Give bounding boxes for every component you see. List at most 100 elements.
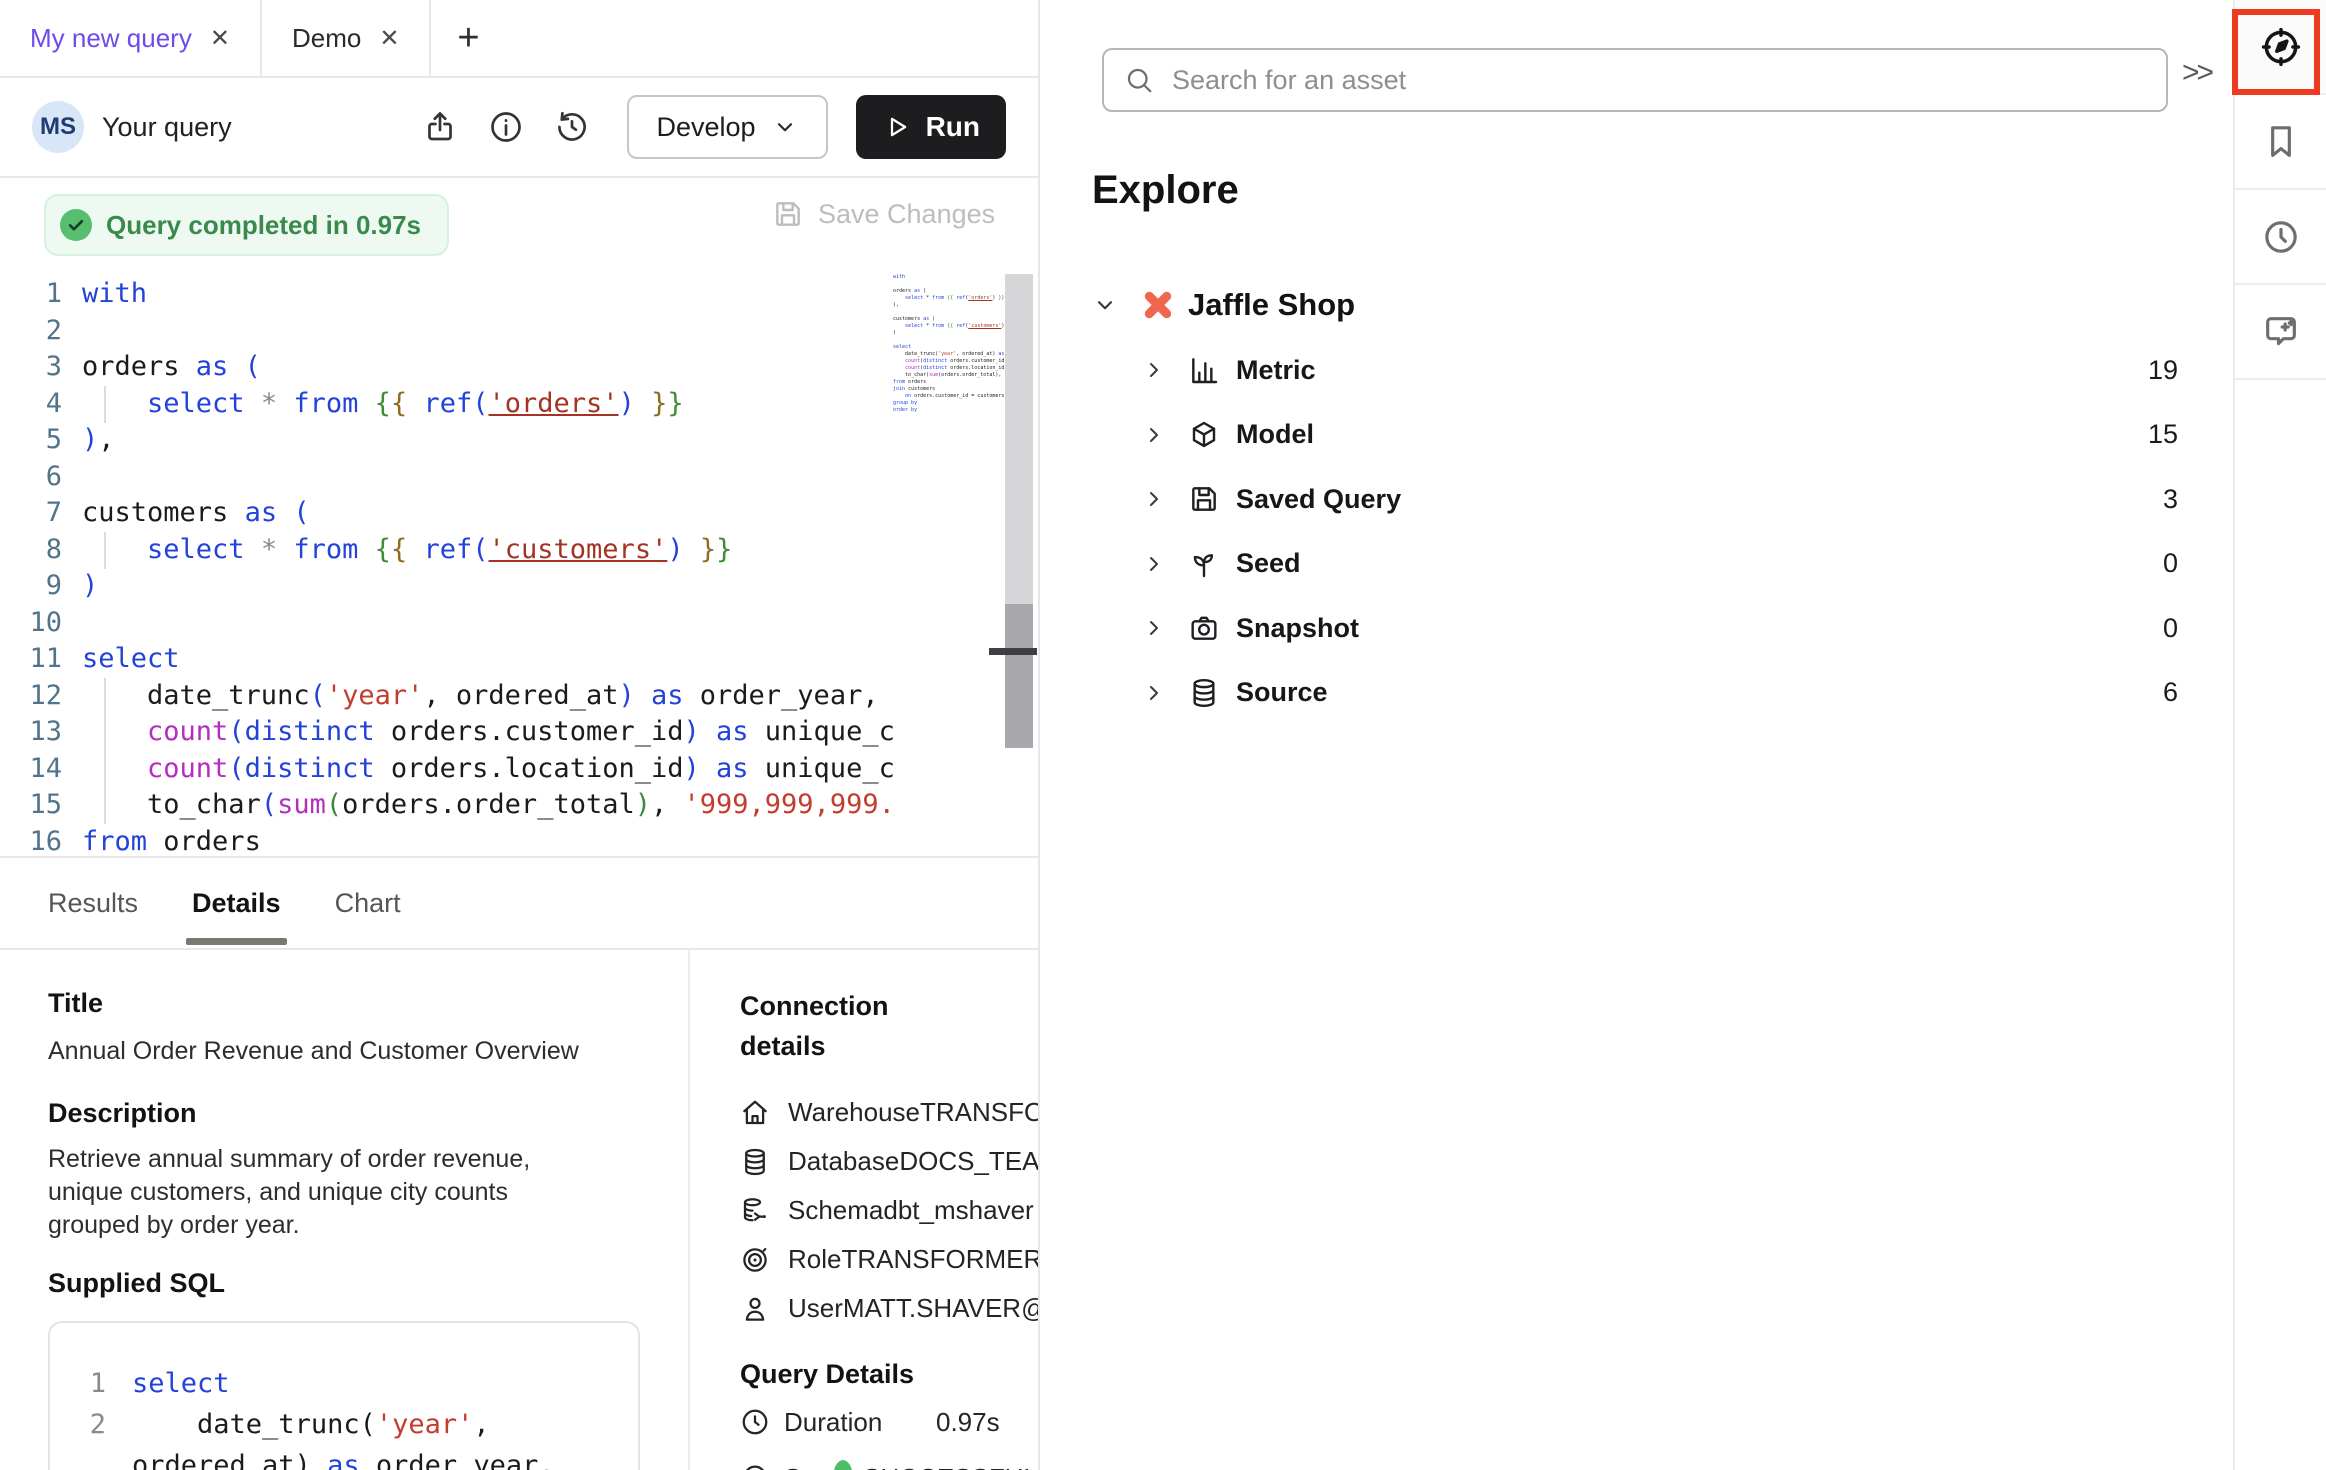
project-name: Jaffle Shop — [1188, 287, 1355, 323]
save-changes-button[interactable]: Save Changes — [772, 198, 995, 230]
schema-icon — [740, 1195, 772, 1227]
develop-dropdown[interactable]: Develop — [627, 95, 828, 159]
close-icon[interactable]: ✕ — [379, 24, 399, 53]
ai-chat-rail-button[interactable] — [2235, 285, 2326, 380]
indent-guide — [104, 532, 106, 569]
chevron-right-icon[interactable] — [1142, 681, 1166, 705]
status-label: Status — [784, 1463, 867, 1470]
info-icon[interactable] — [486, 107, 526, 147]
side-rail — [2233, 0, 2326, 1470]
supplied-sql-heading: Supplied SQL — [48, 1268, 648, 1299]
snapshot-icon — [1188, 612, 1220, 644]
chevron-right-icon[interactable] — [1142, 423, 1166, 447]
seed-icon — [1188, 548, 1220, 580]
tree-item-source[interactable]: Source 6 — [1092, 661, 2178, 726]
explore-rail-button[interactable] — [2235, 0, 2326, 95]
tree-item-saved-query[interactable]: Saved Query 3 — [1092, 467, 2178, 532]
duration-value: 0.97s — [936, 1407, 1000, 1438]
tree-item-count: 3 — [2163, 484, 2178, 515]
connection-item-role: RoleTRANSFORMER — [740, 1235, 1038, 1284]
query-panel: My new query ✕ Demo ✕ + MS Your query — [0, 0, 1040, 1470]
close-icon[interactable]: ✕ — [210, 24, 230, 53]
chat-sparkles-icon — [2261, 312, 2301, 352]
tree-root-jaffle-shop[interactable]: Jaffle Shop — [1092, 272, 2178, 338]
history-icon[interactable] — [552, 107, 592, 147]
scrollbar-handle[interactable] — [989, 648, 1037, 655]
tab-label: My new query — [30, 23, 192, 54]
play-icon — [882, 112, 912, 142]
results-tabbar: Results Details Chart — [0, 858, 1038, 950]
tree-item-label: Snapshot — [1236, 613, 1359, 644]
editor-scrollbar[interactable] — [1005, 274, 1033, 748]
compass-icon — [2259, 25, 2303, 69]
tree-item-model[interactable]: Model 15 — [1092, 403, 2178, 468]
connection-value: dbt_mshaver — [883, 1195, 1033, 1226]
clock-icon — [2261, 217, 2301, 257]
query-toolbar: MS Your query Develop Run — [0, 78, 1038, 178]
save-icon — [772, 198, 804, 230]
success-check-icon — [833, 1460, 853, 1470]
tree-item-count: 0 — [2163, 548, 2178, 579]
run-button[interactable]: Run — [856, 95, 1006, 159]
tree-item-label: Model — [1236, 419, 1314, 450]
history-rail-button[interactable] — [2235, 190, 2326, 285]
check-circle-icon — [60, 209, 92, 241]
source-icon — [1188, 677, 1220, 709]
tree-item-metric[interactable]: Metric 19 — [1092, 338, 2178, 403]
avatar: MS — [32, 101, 84, 153]
explore-panel: >> Explore Jaffle Shop Metric 19 Model 1… — [1042, 0, 2233, 1470]
sql-editor[interactable]: 1with23orders as (4 select * from {{ ref… — [0, 266, 1038, 858]
connection-list: WarehouseTRANSFORMING DatabaseDOCS_TEAM_… — [740, 1088, 1038, 1333]
code-lines[interactable]: 1with23orders as (4 select * from {{ ref… — [0, 276, 893, 858]
connection-item-warehouse: WarehouseTRANSFORMING — [740, 1088, 1038, 1137]
chevron-right-icon[interactable] — [1142, 552, 1166, 576]
tab-chart[interactable]: Chart — [335, 858, 401, 948]
minimap[interactable]: withorders as ( select * from {{ ref('or… — [893, 274, 1005, 414]
details-left-column: Title Annual Order Revenue and Customer … — [0, 950, 690, 1470]
search-input[interactable] — [1172, 65, 2146, 96]
description-value: Retrieve annual summary of order revenue… — [48, 1143, 593, 1242]
user-icon — [740, 1293, 772, 1325]
new-tab-button[interactable]: + — [431, 0, 505, 76]
role-icon — [740, 1244, 772, 1276]
query-status-badge: Query completed in 0.97s — [44, 194, 449, 256]
query-status-text: Query completed in 0.97s — [106, 210, 421, 241]
tab-results[interactable]: Results — [48, 858, 138, 948]
connection-item-schema: Schemadbt_mshaver — [740, 1186, 1038, 1235]
tree-item-label: Saved Query — [1236, 484, 1401, 515]
bookmark-rail-button[interactable] — [2235, 95, 2326, 190]
tree-item-label: Source — [1236, 677, 1328, 708]
connection-item-database: DatabaseDOCS_TEAM_ — [740, 1137, 1038, 1186]
duration-row: Duration 0.97s — [740, 1398, 1038, 1446]
connection-label: User — [788, 1293, 843, 1324]
save-changes-label: Save Changes — [818, 199, 995, 230]
editor-tabbar: My new query ✕ Demo ✕ + — [0, 0, 1038, 78]
connection-value: DOCS_TEAM_ — [899, 1146, 1038, 1177]
query-details-heading: Query Details — [740, 1359, 1038, 1390]
tree-item-label: Metric — [1236, 355, 1316, 386]
tree-item-snapshot[interactable]: Snapshot 0 — [1092, 596, 2178, 661]
run-label: Run — [926, 111, 980, 143]
collapse-panel-icon[interactable]: >> — [2182, 56, 2211, 90]
indent-guide — [104, 386, 106, 423]
tree-item-seed[interactable]: Seed 0 — [1092, 532, 2178, 597]
chevron-right-icon[interactable] — [1142, 487, 1166, 511]
description-heading: Description — [48, 1098, 648, 1129]
status-spinner-icon — [740, 1463, 770, 1470]
chevron-right-icon[interactable] — [1142, 616, 1166, 640]
tree-item-label: Seed — [1236, 548, 1301, 579]
scrollbar-thumb[interactable] — [1005, 604, 1033, 748]
connection-label: Database — [788, 1146, 899, 1177]
asset-search[interactable] — [1102, 48, 2168, 112]
search-icon — [1124, 65, 1154, 95]
tab-demo[interactable]: Demo ✕ — [262, 0, 431, 76]
tab-label: Details — [192, 888, 281, 919]
tab-my-new-query[interactable]: My new query ✕ — [0, 0, 262, 76]
connection-label: Warehouse — [788, 1097, 920, 1128]
bookmark-icon — [2261, 122, 2301, 162]
share-icon[interactable] — [420, 107, 460, 147]
tab-details[interactable]: Details — [192, 858, 281, 948]
chevron-down-icon[interactable] — [1092, 292, 1118, 318]
chevron-right-icon[interactable] — [1142, 358, 1166, 382]
connection-value: TRANSFORMER — [841, 1244, 1038, 1275]
